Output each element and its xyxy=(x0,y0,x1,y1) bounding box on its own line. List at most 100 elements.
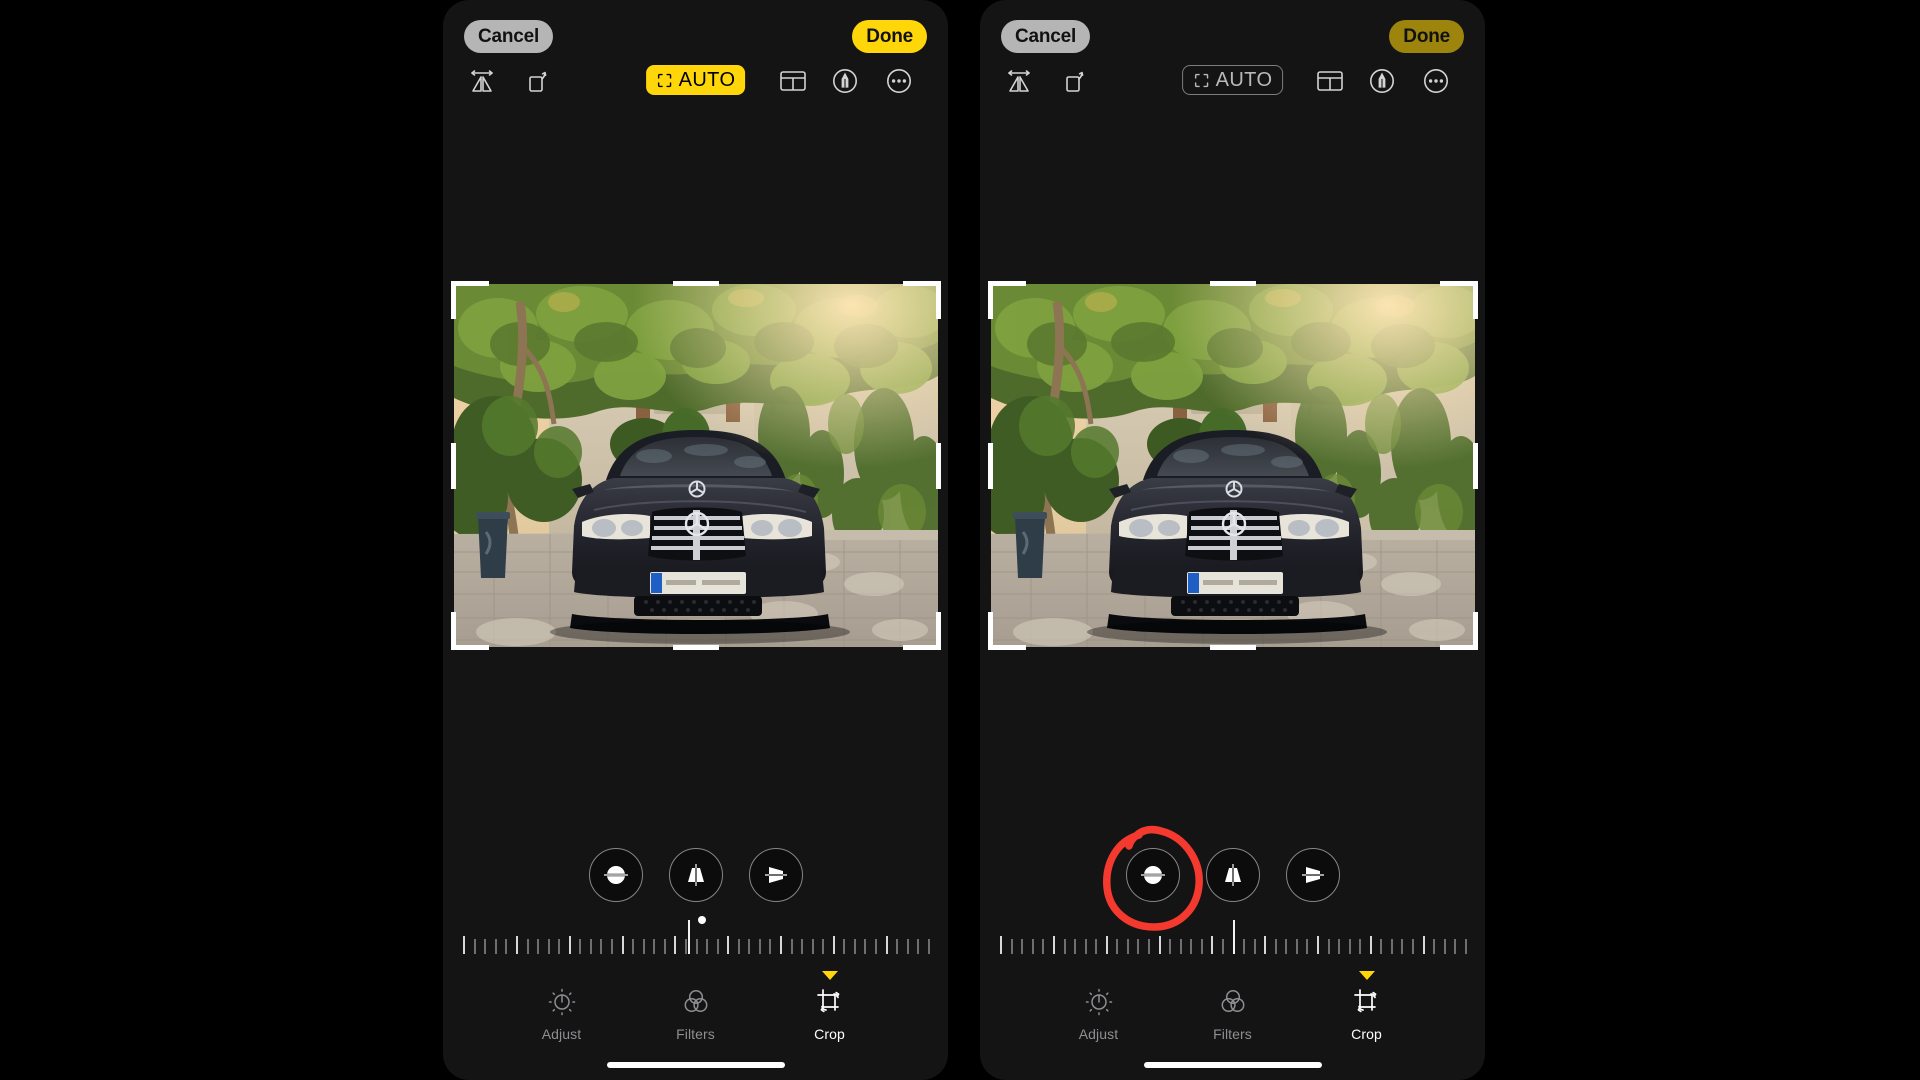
filters-circles-icon xyxy=(1218,985,1248,1019)
markup-pen-icon[interactable] xyxy=(1365,64,1399,98)
ruler-tick xyxy=(1105,936,1108,954)
ruler-tick xyxy=(906,939,909,954)
ruler-tick xyxy=(1369,936,1372,954)
editor-toolbar: AUTO xyxy=(443,64,948,106)
ruler-tick xyxy=(684,939,687,954)
ruler-tick xyxy=(706,939,709,954)
more-ellipsis-icon[interactable] xyxy=(1419,64,1453,98)
vertical-perspective-button[interactable] xyxy=(668,848,723,902)
cancel-button[interactable]: Cancel xyxy=(1001,20,1091,53)
ruler-tick xyxy=(494,939,497,954)
ruler-tick xyxy=(674,936,677,954)
crop-handle-top-left[interactable] xyxy=(450,281,456,319)
done-button[interactable]: Done xyxy=(1389,20,1464,53)
tab-crop[interactable]: Crop xyxy=(794,971,866,1042)
ruler-tick xyxy=(864,939,867,954)
crop-box[interactable] xyxy=(450,281,941,650)
ruler-tick xyxy=(1000,936,1003,954)
crop-handle-top-left[interactable] xyxy=(450,281,489,286)
straighten-slider[interactable] xyxy=(443,912,948,954)
ruler-tick xyxy=(1253,939,1256,954)
aspect-ratio-icon[interactable] xyxy=(776,64,810,98)
cancel-button[interactable]: Cancel xyxy=(464,20,554,53)
ruler-tick xyxy=(779,936,782,954)
photo-crop-area[interactable] xyxy=(980,281,1485,650)
crop-handle-right[interactable] xyxy=(935,442,941,489)
tab-filters[interactable]: Filters xyxy=(660,985,732,1042)
ruler-tick xyxy=(568,936,571,954)
crop-handle-bottom-left[interactable] xyxy=(987,612,993,650)
ruler-tick xyxy=(1084,939,1087,954)
crop-handle-bottom-right[interactable] xyxy=(1472,612,1478,650)
ruler-tick xyxy=(1179,939,1182,954)
ruler-tick xyxy=(1454,939,1457,954)
crop-handle-left[interactable] xyxy=(987,442,993,489)
crop-handle-bottom-left[interactable] xyxy=(987,645,1026,650)
tab-label-filters: Filters xyxy=(676,1026,715,1042)
ruler-tick xyxy=(505,939,508,954)
photo-crop-area[interactable] xyxy=(443,281,948,650)
ruler-tick xyxy=(1052,936,1055,954)
more-ellipsis-icon[interactable] xyxy=(882,64,916,98)
ruler-tick xyxy=(1243,939,1246,954)
vertical-perspective-button[interactable] xyxy=(1205,848,1260,902)
crop-handle-top-right[interactable] xyxy=(935,281,941,319)
crop-handle-top-left[interactable] xyxy=(987,281,1026,286)
tab-adjust[interactable]: Adjust xyxy=(526,985,598,1042)
rotate-left-icon[interactable] xyxy=(1058,64,1092,98)
ruler-tick xyxy=(1169,939,1172,954)
crop-handle-top-right[interactable] xyxy=(1472,281,1478,319)
aspect-ratio-icon[interactable] xyxy=(1313,64,1347,98)
crop-handle-bottom-right[interactable] xyxy=(935,612,941,650)
tab-label-adjust: Adjust xyxy=(541,1026,582,1042)
auto-enhance-button[interactable]: AUTO xyxy=(1181,65,1284,95)
slider-value-dot xyxy=(697,916,706,924)
straighten-slider[interactable] xyxy=(980,912,1485,954)
tab-label-filters: Filters xyxy=(1213,1026,1252,1042)
markup-pen-icon[interactable] xyxy=(828,64,862,98)
crop-box[interactable] xyxy=(987,281,1478,650)
home-indicator xyxy=(606,1062,785,1068)
ruler-tick xyxy=(1327,939,1330,954)
tab-adjust[interactable]: Adjust xyxy=(1063,985,1135,1042)
ruler-tick xyxy=(1211,936,1214,954)
ruler-tick xyxy=(642,939,645,954)
straighten-mode-row xyxy=(443,845,948,905)
tab-filters[interactable]: Filters xyxy=(1197,985,1269,1042)
ruler-tick xyxy=(1221,939,1224,954)
ruler-tick xyxy=(737,939,740,954)
screenshot-stage: Cancel Done AUTO Adjust Filters Crop Can… xyxy=(0,0,1920,1080)
crop-handle-bottom[interactable] xyxy=(672,645,719,650)
ruler-tick xyxy=(1401,939,1404,954)
crop-handle-bottom[interactable] xyxy=(1209,645,1256,650)
horizontal-perspective-button[interactable] xyxy=(1285,848,1340,902)
done-button[interactable]: Done xyxy=(852,20,927,53)
auto-enhance-button[interactable]: AUTO xyxy=(645,65,746,95)
ruler-tick xyxy=(484,939,487,954)
crop-handle-bottom-left[interactable] xyxy=(450,645,489,650)
rotate-left-icon[interactable] xyxy=(521,64,555,98)
flip-horizontal-icon[interactable] xyxy=(465,64,499,98)
flip-horizontal-icon[interactable] xyxy=(1002,64,1036,98)
straighten-mode-button[interactable] xyxy=(588,848,643,902)
crop-handle-top[interactable] xyxy=(1209,281,1256,286)
ruler-tick xyxy=(1443,939,1446,954)
crop-handle-top[interactable] xyxy=(672,281,719,286)
ruler-tick xyxy=(1158,936,1161,954)
horizontal-perspective-button[interactable] xyxy=(748,848,803,902)
straighten-mode-button[interactable] xyxy=(1102,825,1203,931)
ruler-tick xyxy=(463,936,466,954)
tab-crop[interactable]: Crop xyxy=(1331,971,1403,1042)
ruler-tick xyxy=(1422,936,1425,954)
crop-handle-top-left[interactable] xyxy=(987,281,993,319)
crop-handle-right[interactable] xyxy=(1472,442,1478,489)
adjust-dial-icon xyxy=(547,985,577,1019)
ruler-tick xyxy=(1390,939,1393,954)
crop-handle-bottom-left[interactable] xyxy=(450,612,456,650)
ruler-tick xyxy=(1148,939,1151,954)
ruler-tick xyxy=(727,936,730,954)
photo-image xyxy=(990,284,1475,647)
ruler-tick xyxy=(748,939,751,954)
ruler-tick xyxy=(1359,939,1362,954)
crop-handle-left[interactable] xyxy=(450,442,456,489)
